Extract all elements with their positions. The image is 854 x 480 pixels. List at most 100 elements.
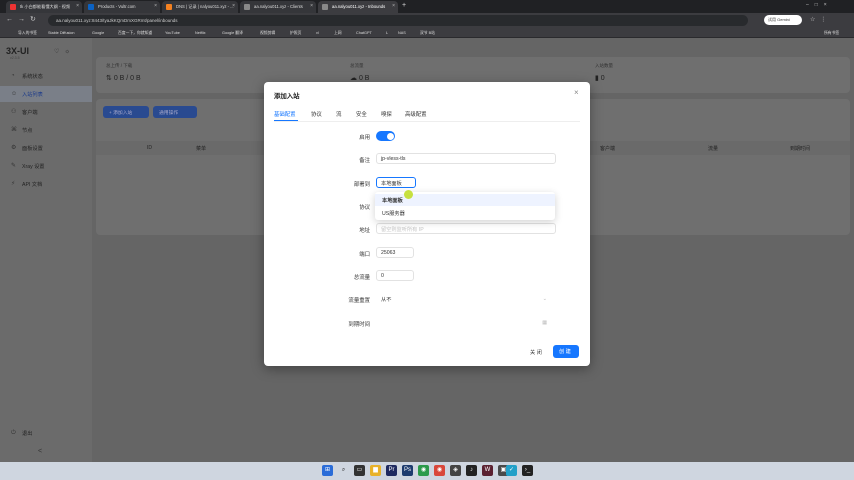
browser-tab-1[interactable]: tk 小白都能看懂大纲 - 视频 × [6,1,82,13]
browser-tab-4[interactable]: aa.nalyou011.xyz - Clients × [240,1,316,13]
browser-tab-2[interactable]: Products - Vultr.com × [84,1,160,13]
bookmark-item[interactable]: 上网 [334,29,342,37]
bookmark-item[interactable]: L [386,29,388,37]
sidebar-logout[interactable]: ⏻ 退出 [0,425,92,441]
address-bar[interactable]: aa.nalyou011.xyz:8443/tyaJkKQmDmXGRmt/pa… [48,15,748,26]
total-traffic-input[interactable]: 0 [376,270,414,281]
tab-label: aa.nalyou011.xyz - Inbounds [332,4,386,9]
nav-buttons[interactable]: ←→↻ [6,15,41,23]
sidebar-item-inbounds[interactable]: ☺ 入站列表 [0,86,92,102]
theme-icons[interactable]: ♡☼ [54,48,75,55]
expiry-input[interactable]: ▦ [376,317,552,328]
window-controls[interactable]: –□× [806,2,833,8]
col-header-traffic: 流量 [708,146,719,152]
new-tab-button[interactable]: + [402,2,406,9]
bookmark-item[interactable]: NAS [398,29,406,37]
tool-icon: ✎ [11,163,17,169]
node-select[interactable]: 本地面板 [376,177,416,188]
total-traffic-label: 总流量 [353,275,370,281]
tab-advanced[interactable]: 高级配置 [405,110,427,118]
stat-label: 入站数量 [595,63,613,68]
stat-label: 总上传 / 下载 [106,63,133,68]
enable-label: 启用 [359,135,370,141]
enable-toggle[interactable] [376,131,395,141]
sidebar-item-status[interactable]: ◔ 系统状态 [0,68,92,84]
sidebar-item-panel-settings[interactable]: ⚙ 面板设置 [0,140,92,156]
windows-start-icon[interactable]: ⊞ [322,465,333,476]
logout-label: 退出 [22,431,33,437]
general-actions-button[interactable]: 通用操作 [153,106,197,118]
sidebar-item-clients[interactable]: ⚇ 客户端 [0,104,92,120]
toggle-knob [386,132,394,140]
bookmark-item[interactable]: 护照页 [290,29,301,37]
photoshop-icon[interactable]: Ps [402,465,413,476]
chrome-icon[interactable]: ◉ [418,465,429,476]
col-header-menu: 菜单 [196,146,207,152]
cluster-icon: ⌘ [11,127,17,133]
bookmark-item[interactable]: 导入的书签 [18,29,37,37]
bookmark-item[interactable]: vl [316,29,319,37]
chrome-dev-icon[interactable]: ◉ [434,465,445,476]
remark-label: 备注 [359,158,370,164]
tab-protocol[interactable]: 协议 [311,110,322,118]
close-icon[interactable]: × [392,3,395,9]
file-explorer-icon[interactable]: ▆ [370,465,381,476]
premiere-icon[interactable]: Pr [386,465,397,476]
tab-basic[interactable]: 基础配置 [274,110,296,118]
bookmark-item[interactable]: Stable Diffusion [48,29,75,37]
close-icon[interactable]: × [310,3,313,9]
bookmark-item[interactable]: Google [92,29,104,37]
close-icon[interactable]: × [574,88,579,97]
node-label: 部署到 [353,182,370,188]
team-icon: ⚇ [11,109,17,115]
close-icon[interactable]: × [76,3,79,9]
col-header-id: ID [147,145,152,151]
create-button[interactable]: 创 建 [553,345,579,358]
tab-label: tk 小白都能看懂大纲 - 视频 [20,4,71,9]
arrows-icon: ⇅ [106,75,114,82]
sidebar-item-label: 面板设置 [22,146,43,152]
cloud-icon: ☁ [350,75,359,82]
bookmark-item[interactable]: 百度一下，你就知道 [118,29,152,37]
all-bookmarks[interactable]: 所有书签 [824,29,839,37]
address-input[interactable]: 留空则监听所有 IP [376,223,556,234]
task-view-icon[interactable]: ▭ [354,465,365,476]
tiktok-icon[interactable]: ♪ [466,465,477,476]
close-icon[interactable]: × [232,3,235,9]
dropdown-option-us[interactable]: US服务器 [375,207,555,219]
sidebar-item-nodes[interactable]: ⌘ 节点 [0,122,92,138]
sidebar-item-api-docs[interactable]: ⚡ API 文档 [0,176,92,192]
terminal-icon[interactable]: ›_ [522,465,533,476]
bookmark-item[interactable]: ChatGPT [356,29,372,37]
vpn-icon[interactable]: ✓ [506,465,517,476]
user-icon: ☺ [11,91,18,97]
toolbar-icons[interactable]: ☆⋮ [810,16,831,23]
bookmark-item[interactable]: Google 翻译 [222,29,243,37]
dropdown-option-local[interactable]: 本地面板 [375,194,555,206]
close-icon[interactable]: × [154,3,157,9]
browser-tab-5[interactable]: aa.nalyou011.xyz - Inbounds × [318,1,398,13]
cancel-button[interactable]: 关 闭 [525,345,549,358]
tab-label: DNS | 记录 | nalyou011.xyz - ... [176,4,234,9]
browser-tab-3[interactable]: DNS | 记录 | nalyou011.xyz - ... × [162,1,238,13]
gemini-button[interactable]: 试用 Gemini [764,15,802,25]
search-icon[interactable]: ⌕ [338,465,349,476]
remark-input[interactable]: jp-vless-tls [376,153,556,164]
bookmark-item[interactable]: 双节 B站 [420,29,435,37]
bookmark-item[interactable]: Netflix [195,29,206,37]
bookmark-item[interactable]: 视频剪辑 [260,29,275,37]
port-input[interactable]: 25063 [376,247,414,258]
sidebar-item-label: 系统状态 [22,74,43,80]
collapse-sidebar-button[interactable]: < [38,448,42,455]
logout-icon: ⏻ [11,430,16,436]
traffic-reset-select[interactable]: 从不 ⌄ [376,293,552,304]
bookmark-item[interactable]: YouTube [165,29,180,37]
add-inbound-button[interactable]: + 添加入站 [103,106,149,118]
tab-sniffing[interactable]: 嗅探 [381,110,392,118]
app-icon[interactable]: ◈ [450,465,461,476]
sidebar-item-xray-settings[interactable]: ✎ Xray 设置 [0,158,92,174]
app-icon-w[interactable]: W [482,465,493,476]
tab-security[interactable]: 安全 [356,110,367,118]
tab-stream[interactable]: 流 [336,110,341,118]
dashboard-icon: ◔ [11,73,15,79]
